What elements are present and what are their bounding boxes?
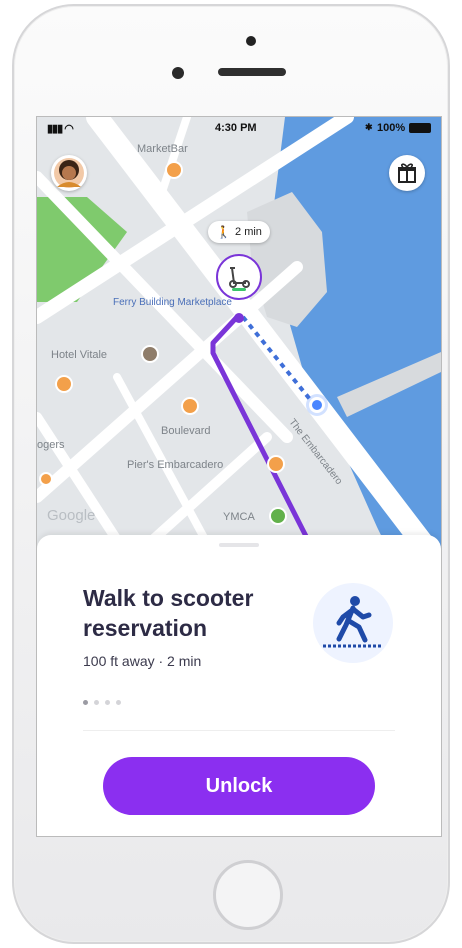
map-poi-restaurant[interactable] xyxy=(55,375,73,393)
page-dot-2[interactable] xyxy=(94,700,99,705)
bluetooth-icon: ✱ xyxy=(365,122,373,132)
card-divider xyxy=(83,730,395,731)
battery-icon xyxy=(409,123,431,133)
scooter-marker[interactable] xyxy=(216,254,262,300)
app-screen: MarketBar Ferry Building Marketplace Hot… xyxy=(36,116,442,837)
map-label-hotel-vitale: Hotel Vitale xyxy=(51,349,108,361)
avatar-icon xyxy=(54,158,84,188)
card-title: Walk to scooter reservation xyxy=(83,585,254,641)
pagination-dots[interactable] xyxy=(83,700,121,705)
walk-time-pill: 🚶 2 min xyxy=(208,221,270,243)
map-label-boulevard: Boulevard xyxy=(161,425,211,437)
google-logo: Google xyxy=(47,507,96,524)
map-poi-boulevard[interactable] xyxy=(181,397,199,415)
earpiece-speaker xyxy=(218,68,286,76)
map-label-ymca: YMCA xyxy=(223,511,255,523)
gift-button[interactable] xyxy=(389,155,425,191)
map-poi-ymca[interactable] xyxy=(269,507,287,525)
current-location-dot xyxy=(309,397,325,413)
map-poi-edge[interactable] xyxy=(39,472,53,486)
map-label-rogers: ogers xyxy=(37,439,65,451)
user-avatar[interactable] xyxy=(51,155,87,191)
walking-illustration xyxy=(313,583,393,663)
map-label-marketbar: MarketBar xyxy=(137,143,188,155)
home-button[interactable] xyxy=(213,860,283,930)
map-poi-hotel-vitale[interactable] xyxy=(141,345,159,363)
map-label-ferry-building: Ferry Building Marketplace xyxy=(113,297,232,308)
gift-icon xyxy=(398,163,416,183)
walk-time: 2 min xyxy=(235,226,262,238)
reservation-card: Walk to scooter reservation 100 ft away … xyxy=(37,535,441,836)
map-poi-piers-embarcadero[interactable] xyxy=(267,455,285,473)
page-dot-4[interactable] xyxy=(116,700,121,705)
drag-handle[interactable] xyxy=(219,543,259,547)
map-label-piers-embarcadero: Pier's Embarcadero xyxy=(127,459,224,471)
map-poi-marketbar[interactable] xyxy=(165,161,183,179)
front-camera xyxy=(246,36,256,46)
walking-person-icon xyxy=(323,596,383,648)
scooter-icon xyxy=(229,267,250,291)
walking-person-icon: 🚶 xyxy=(216,225,232,239)
status-time: 4:30 PM xyxy=(215,122,257,134)
page-dot-1[interactable] xyxy=(83,700,88,705)
proximity-sensor xyxy=(172,67,184,79)
unlock-button[interactable]: Unlock xyxy=(103,757,375,815)
page-dot-3[interactable] xyxy=(105,700,110,705)
status-bar: ▮▮▮ ◠ 4:30 PM ✱ 100% xyxy=(37,117,441,139)
battery-percent: 100% xyxy=(377,122,406,134)
signal-icon: ▮▮▮ ◠ xyxy=(47,123,74,135)
card-subtitle: 100 ft away · 2 min xyxy=(83,653,202,669)
